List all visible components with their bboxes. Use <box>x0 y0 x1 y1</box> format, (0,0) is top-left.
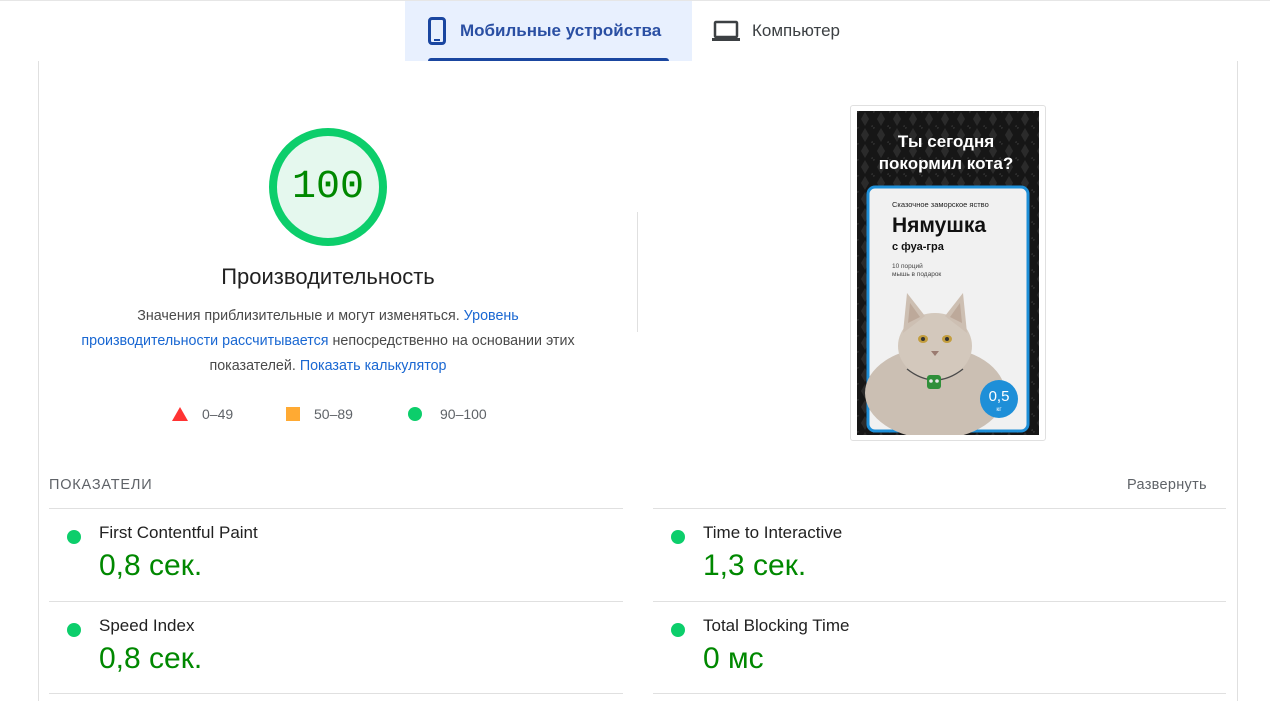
smartphone-icon <box>428 17 446 45</box>
metric-name: Time to Interactive <box>703 523 843 542</box>
metric-value: 0 мс <box>703 642 764 675</box>
triangle-icon <box>172 407 188 421</box>
laptop-icon <box>711 20 741 42</box>
metrics-divider <box>653 693 1226 694</box>
pass-circle-icon <box>671 530 685 544</box>
metric-value: 0,8 сек. <box>99 642 203 675</box>
metric-name: First Contentful Paint <box>99 523 258 542</box>
screenshot-flavor: с фуа-гра <box>892 241 945 253</box>
tab-desktop[interactable]: Компьютер <box>692 1 892 61</box>
score-description: Значения приблизительные и могут изменят… <box>78 304 578 379</box>
expand-button[interactable]: Развернуть <box>1127 477 1207 493</box>
metrics-heading: ПОКАЗАТЕЛИ <box>49 477 153 493</box>
page-screenshot: Ты сегодня покормил кота? Сказочное замо… <box>857 111 1039 435</box>
legend-item-average: 50–89 <box>286 404 353 424</box>
pass-circle-icon <box>671 623 685 637</box>
show-calculator-link[interactable]: Показать калькулятор <box>300 358 447 374</box>
legend-range: 90–100 <box>440 406 487 422</box>
performance-title: Производительность <box>221 264 435 289</box>
description-text-1: Значения приблизительные и могут изменят… <box>137 308 464 324</box>
metrics-divider <box>49 601 623 602</box>
screenshot-unit: кг <box>996 406 1002 413</box>
screenshot-subtitle: Сказочное заморское яство <box>892 200 989 209</box>
panel-border-left <box>38 61 39 701</box>
metrics-divider <box>653 601 1226 602</box>
score-value: 100 <box>291 164 364 210</box>
screenshot-brand: Нямушка <box>892 214 986 237</box>
legend-item-good: 90–100 <box>408 404 487 424</box>
screenshot-headline-1: Ты сегодня <box>898 132 994 151</box>
legend-range: 50–89 <box>314 406 353 422</box>
screenshot-note-2: мышь в подарок <box>892 271 941 278</box>
metrics-divider <box>49 693 623 694</box>
active-tab-indicator <box>428 58 669 61</box>
metric-value: 0,8 сек. <box>99 549 203 582</box>
screenshot-weight: 0,5 <box>989 388 1010 405</box>
metric-name: Total Blocking Time <box>703 616 850 635</box>
legend-item-poor: 0–49 <box>172 404 233 424</box>
screenshot-note-1: 10 порций <box>892 262 923 270</box>
pass-circle-icon <box>67 623 81 637</box>
device-tabs: Мобильные устройства Компьютер <box>0 0 1270 62</box>
metric-value: 1,3 сек. <box>703 549 807 582</box>
circle-icon <box>408 407 422 421</box>
metric-name: Speed Index <box>99 616 195 635</box>
panel-border-right <box>1237 61 1238 701</box>
square-icon <box>286 407 300 421</box>
tab-desktop-label: Компьютер <box>752 21 840 40</box>
pass-circle-icon <box>67 530 81 544</box>
metrics-divider <box>49 508 623 509</box>
tab-mobile-label: Мобильные устройства <box>460 21 662 40</box>
screenshot-headline-2: покормил кота? <box>879 154 1013 173</box>
column-divider <box>637 212 638 332</box>
tab-mobile[interactable]: Мобильные устройства <box>405 1 692 61</box>
metrics-divider <box>653 508 1226 509</box>
legend-range: 0–49 <box>202 406 234 422</box>
